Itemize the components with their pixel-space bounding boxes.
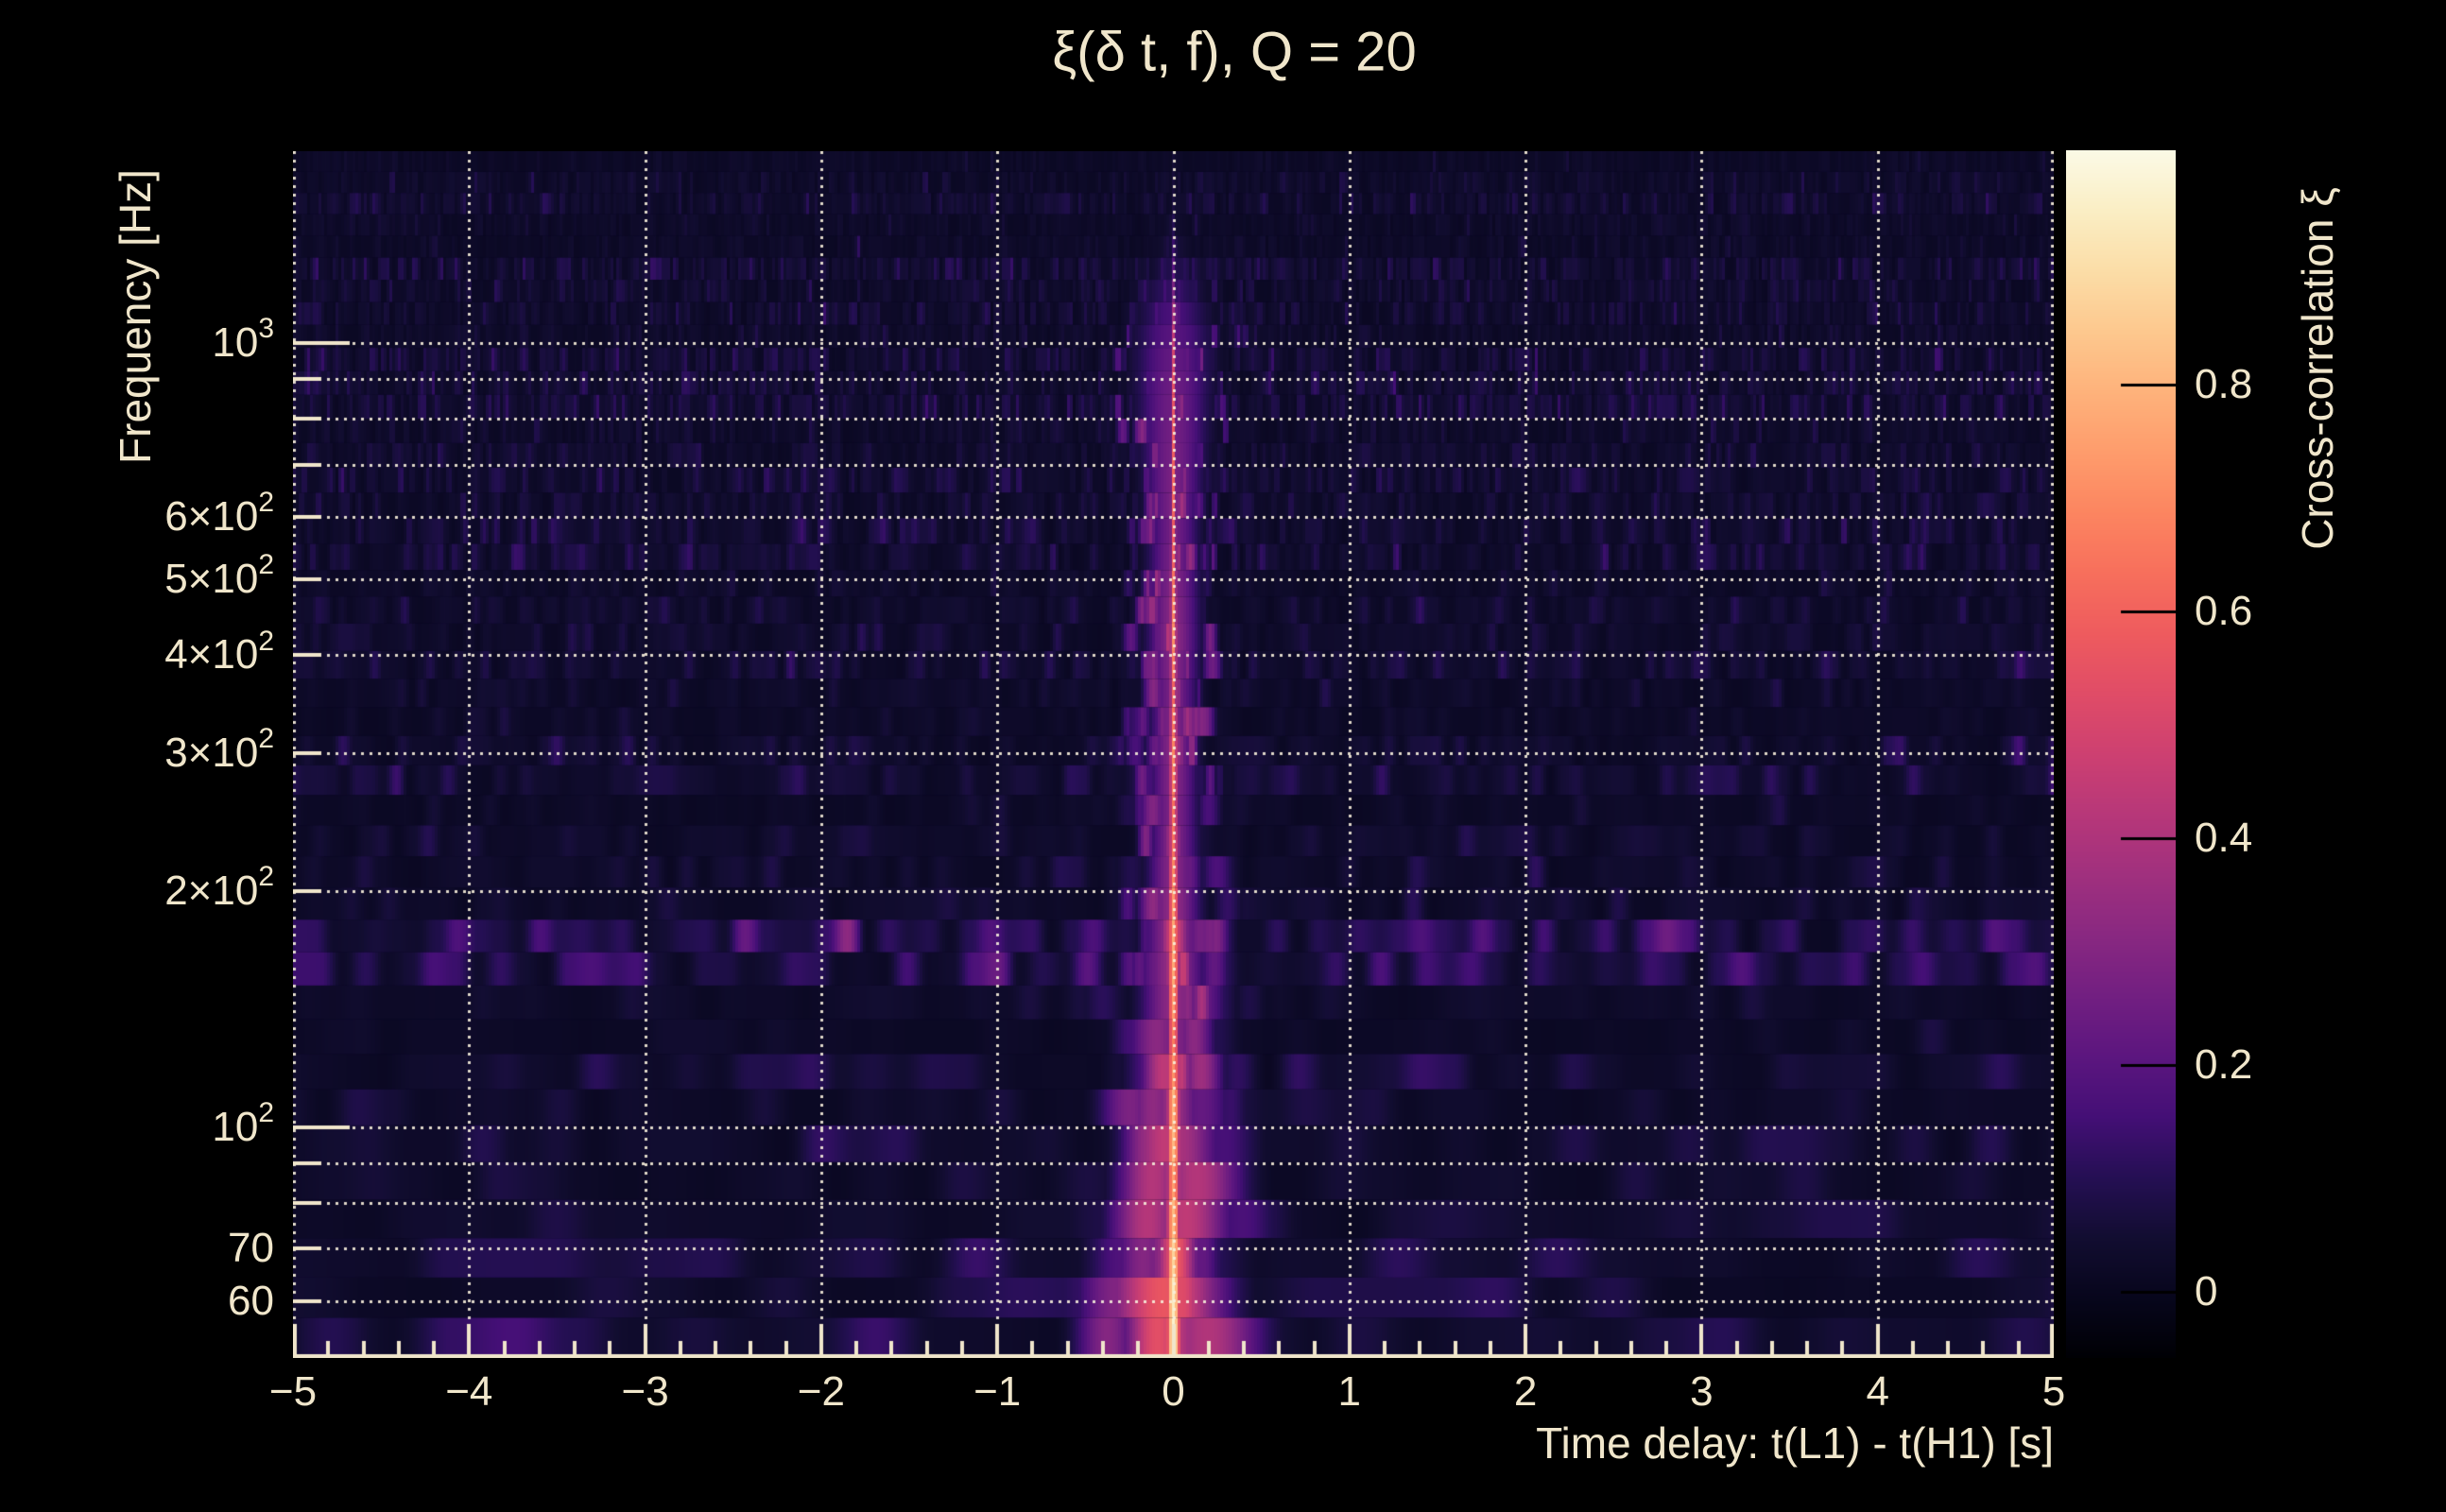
- x-tick-label: 0: [1162, 1368, 1185, 1415]
- colorbar-tick-label: 0.4: [2195, 815, 2253, 862]
- x-tick-label: 3: [1690, 1368, 1714, 1415]
- x-tick-label: 2: [1513, 1368, 1538, 1415]
- plot-title: ξ(δ t, f), Q = 20: [1052, 21, 1417, 83]
- colorbar-tick-label: 0.8: [2195, 361, 2253, 408]
- y-tick-label: 2×102: [164, 861, 274, 915]
- colorbar-tick-label: 0: [2195, 1268, 2218, 1315]
- x-tick-label: −3: [621, 1368, 669, 1415]
- y-tick-label: 70: [228, 1225, 274, 1272]
- colorbar-tick-label: 0.2: [2195, 1041, 2253, 1089]
- x-tick-label: −4: [445, 1368, 493, 1415]
- x-tick-label: 1: [1337, 1368, 1362, 1415]
- x-tick-label: 5: [2041, 1368, 2066, 1415]
- x-tick-label: 4: [1866, 1368, 1889, 1415]
- x-axis-label: Time delay: t(L1) - t(H1) [s]: [1536, 1418, 2054, 1468]
- x-tick-label: −1: [973, 1368, 1022, 1415]
- colorbar-tick-label: 0.6: [2195, 588, 2253, 635]
- y-tick-label: 4×102: [164, 625, 274, 679]
- y-tick-label: 60: [228, 1278, 274, 1324]
- y-tick-label: 3×102: [164, 723, 274, 776]
- y-tick-label: 5×102: [164, 549, 274, 602]
- colorbar-label: Cross-correlation ξ: [2293, 187, 2342, 550]
- y-tick-label: 102: [212, 1097, 274, 1150]
- y-tick-label: 6×102: [164, 487, 274, 541]
- heatmap-canvas: [293, 151, 2054, 1358]
- figure-root: ξ(δ t, f), Q = 20 Frequency [Hz] Cross-c…: [0, 0, 2446, 1512]
- x-tick-label: −5: [268, 1368, 318, 1415]
- colorbar-canvas: [2066, 150, 2176, 1358]
- y-tick-label: 103: [212, 313, 274, 366]
- x-tick-label: −2: [797, 1368, 845, 1415]
